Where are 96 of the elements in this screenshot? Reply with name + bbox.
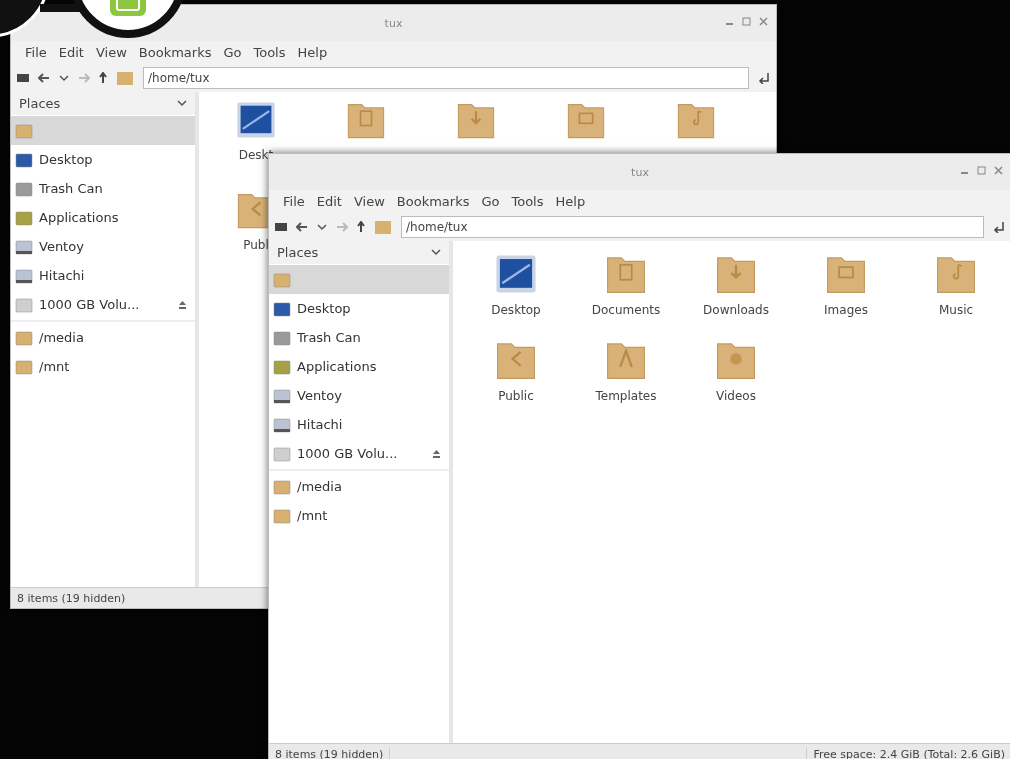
go-icon[interactable] bbox=[993, 221, 1005, 233]
sidebar-item-label: Desktop bbox=[39, 152, 94, 167]
menu-item[interactable]: View bbox=[95, 45, 127, 60]
menu-item[interactable]: Tools bbox=[511, 194, 544, 209]
file-label[interactable]: Publ bbox=[243, 238, 269, 252]
sidebar-item[interactable]: Ventoy bbox=[269, 381, 449, 410]
close-icon[interactable] bbox=[759, 17, 768, 26]
folder-icon bbox=[15, 358, 33, 375]
sidebar-item[interactable]: Trash Can bbox=[11, 174, 195, 203]
sidebar-item-label: Desktop bbox=[297, 301, 352, 316]
trash-icon bbox=[273, 329, 291, 346]
sidebar-item[interactable]: /media bbox=[11, 323, 195, 352]
sidebar-item[interactable]: Ventoy bbox=[11, 232, 195, 261]
menu-item[interactable]: Go bbox=[481, 194, 500, 209]
sidebar-item[interactable]: Desktop bbox=[269, 294, 449, 323]
desktop-icon bbox=[273, 300, 291, 317]
path-field[interactable]: /home/tux bbox=[401, 216, 984, 238]
applications-icon bbox=[273, 358, 291, 375]
folder-icon bbox=[15, 329, 33, 346]
sidebar-item-label: Applications bbox=[39, 210, 120, 225]
file-label[interactable]: Downloads bbox=[703, 303, 769, 317]
home-folder-icon bbox=[273, 271, 291, 288]
file-label[interactable]: Documents bbox=[591, 303, 661, 317]
menu-item[interactable]: Edit bbox=[316, 194, 342, 209]
file-label[interactable]: Videos bbox=[716, 389, 756, 403]
window-title: tux bbox=[631, 165, 649, 179]
volume-icon bbox=[15, 296, 33, 313]
back-arrow-icon[interactable] bbox=[38, 73, 50, 83]
file-label[interactable]: Images bbox=[824, 303, 868, 317]
menu-item[interactable]: Go bbox=[223, 45, 242, 60]
sidebar-item-label: 1000 GB Volu... bbox=[39, 297, 141, 312]
sidebar-item[interactable]: Hitachi bbox=[269, 410, 449, 439]
sidebar-item-label: Ventoy bbox=[39, 239, 85, 254]
window-title: tux bbox=[384, 16, 403, 30]
sidebar-item-label: Hitachi bbox=[39, 268, 86, 283]
sidebar-item-label: Hitachi bbox=[297, 417, 344, 432]
menu-item[interactable]: Edit bbox=[58, 45, 84, 60]
drive-icon bbox=[273, 416, 291, 433]
file-label[interactable]: Public bbox=[498, 389, 534, 403]
chevron-down-icon[interactable] bbox=[431, 249, 441, 256]
path-field[interactable]: /home/tux bbox=[143, 67, 749, 89]
up-arrow-icon[interactable] bbox=[99, 72, 107, 84]
sidebar-item[interactable]: /mnt bbox=[11, 352, 195, 381]
sidebar-item[interactable]: /mnt bbox=[269, 501, 449, 530]
eject-icon[interactable] bbox=[432, 449, 441, 458]
back-arrow-icon[interactable] bbox=[296, 222, 308, 232]
menu-item[interactable]: File bbox=[25, 45, 47, 60]
status-text: Free space: 2.4 GiB (Total: 2.6 GiB) bbox=[806, 747, 1010, 759]
sidebar-item[interactable]: Applications bbox=[269, 352, 449, 381]
up-arrow-icon[interactable] bbox=[357, 221, 365, 233]
home-folder-icon bbox=[15, 122, 33, 139]
folder-icon bbox=[273, 507, 291, 524]
folder-icon bbox=[273, 478, 291, 495]
volume-icon bbox=[273, 445, 291, 462]
menu-item[interactable]: Tools bbox=[253, 45, 286, 60]
eject-icon[interactable] bbox=[178, 300, 187, 309]
menu-item[interactable]: Help bbox=[555, 194, 586, 209]
menu-item[interactable]: View bbox=[353, 194, 385, 209]
drive-icon bbox=[15, 267, 33, 284]
status-text: 8 items (19 hidden) bbox=[16, 591, 127, 605]
menu-item[interactable]: Bookmarks bbox=[396, 194, 470, 209]
sidebar-item[interactable]: 1000 GB Volu... bbox=[269, 439, 449, 468]
dropdown-caret-icon[interactable] bbox=[59, 74, 69, 82]
desktop-icon bbox=[15, 151, 33, 168]
chevron-down-icon[interactable] bbox=[177, 100, 187, 107]
dropdown-caret-icon[interactable] bbox=[317, 223, 327, 231]
sidebar-item-label: 1000 GB Volu... bbox=[297, 446, 399, 461]
sidebar-header: Places bbox=[19, 96, 61, 111]
sidebar-item-label: /mnt bbox=[39, 359, 71, 374]
sidebar-item-label: /mnt bbox=[297, 508, 329, 523]
sidebar-item[interactable]: /media bbox=[269, 472, 449, 501]
sidebar-item[interactable]: Hitachi bbox=[11, 261, 195, 290]
menu-item[interactable]: File bbox=[283, 194, 305, 209]
sidebar-item-label: Trash Can bbox=[297, 330, 362, 345]
sidebar-item-label: /media bbox=[39, 330, 85, 345]
sidebar-item[interactable]: 1000 GB Volu... bbox=[11, 290, 195, 319]
sidebar-item[interactable]: Desktop bbox=[11, 145, 195, 174]
trash-icon bbox=[15, 180, 33, 197]
drive-icon bbox=[15, 238, 33, 255]
go-icon[interactable] bbox=[758, 72, 770, 84]
menu-item[interactable]: Bookmarks bbox=[138, 45, 212, 60]
sidebar-header: Places bbox=[277, 245, 319, 260]
sidebar-item-label: Trash Can bbox=[39, 181, 104, 196]
file-label[interactable]: Templates bbox=[595, 389, 657, 403]
sidebar-item-label: Applications bbox=[297, 359, 378, 374]
close-icon[interactable] bbox=[994, 166, 1003, 175]
drive-icon bbox=[273, 387, 291, 404]
applications-icon bbox=[15, 209, 33, 226]
sidebar-item[interactable]: Trash Can bbox=[269, 323, 449, 352]
sidebar-item-label: Ventoy bbox=[297, 388, 343, 403]
file-label[interactable]: Desktop bbox=[491, 303, 541, 317]
sidebar-item[interactable]: Applications bbox=[11, 203, 195, 232]
file-label[interactable]: Music bbox=[938, 303, 974, 317]
menu-item[interactable]: Help bbox=[297, 45, 328, 60]
status-text: 8 items (19 hidden) bbox=[269, 747, 391, 759]
sidebar-item-label: /media bbox=[297, 479, 343, 494]
